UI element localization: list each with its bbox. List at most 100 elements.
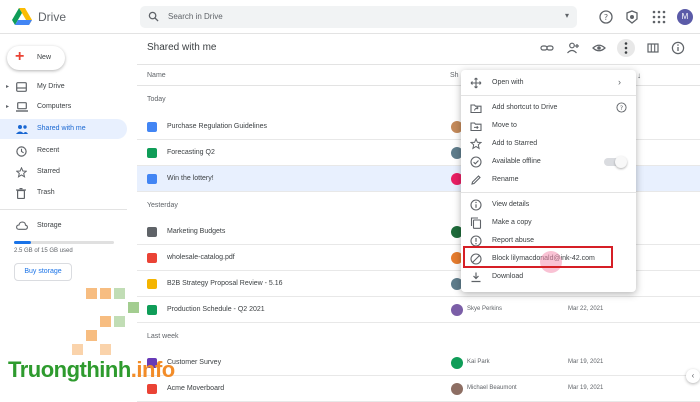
sidebar-item-starred[interactable]: Starred [0,162,127,182]
info-icon[interactable] [671,41,685,55]
menu-item-label: Move to [492,122,517,129]
column-shared-by[interactable]: Sh [450,72,459,79]
sidebar-item-my-drive[interactable]: ▸ My Drive [0,77,127,97]
trash-icon [16,188,26,199]
search-options-icon[interactable]: ▾ [565,11,569,20]
search-bar[interactable]: Search in Drive ▾ [140,6,577,28]
sidebar: + New ▸ My Drive ▸ Computers Shared with… [0,34,135,393]
search-icon [148,11,159,22]
shortcut-icon [470,104,482,114]
more-actions-button[interactable] [617,39,635,57]
menu-item-view-details[interactable]: View details [461,196,636,214]
account-avatar[interactable]: M [677,9,693,25]
search-input[interactable]: Search in Drive [168,12,223,21]
doc-file-icon [147,174,157,184]
pdf-file-icon [147,253,157,263]
clock-icon [16,146,27,157]
preview-eye-icon[interactable] [592,41,606,55]
logo-square [114,288,125,299]
menu-item-label: View details [492,201,530,208]
sidebar-item-shared-with-me[interactable]: Shared with me [0,119,127,139]
owner-avatar [451,383,463,395]
file-name: wholesale-catalog.pdf [167,254,235,261]
new-button[interactable]: + New [7,46,65,70]
column-name[interactable]: Name [147,72,166,79]
offline-toggle[interactable] [604,156,627,168]
menu-item-move-to[interactable]: Move to [461,117,636,135]
file-row[interactable]: Customer Survey Kai Park Mar 19, 2021 [137,350,700,376]
section-heading: Last week [147,333,179,340]
storage-label: Storage [37,222,62,229]
star-icon [16,167,27,178]
logo-square [114,316,125,327]
settings-icon[interactable] [624,9,640,25]
file-name: Customer Survey [167,359,222,366]
chevron-right-icon: › [618,77,621,87]
sidebar-item-computers[interactable]: ▸ Computers [0,97,127,117]
menu-item-rename[interactable]: Rename [461,171,636,189]
storage-bar-fill [14,241,31,244]
menu-item-add-to-starred[interactable]: Add to Starred [461,135,636,153]
sidebar-divider [0,209,127,210]
menu-item-open-with[interactable]: Open with › [461,74,636,92]
storage-usage-text: 2.5 GB of 15 GB used [14,248,73,254]
menu-item-available-offline[interactable]: Available offline [461,153,636,171]
folder-move-icon [470,122,482,132]
section-heading: Yesterday [147,202,178,209]
apps-grid-icon[interactable] [651,9,667,25]
buy-storage-button[interactable]: Buy storage [14,263,72,281]
file-name: Forecasting Q2 [167,149,215,156]
sidebar-item-recent[interactable]: Recent [0,141,127,161]
file-row[interactable]: Production Schedule - Q2 2021 Skye Perkin… [137,297,700,323]
watermark-suffix: .info [130,357,175,382]
sidebar-item-label: Starred [37,168,60,175]
add-person-icon[interactable] [566,41,580,55]
menu-item-label: Make a copy [492,219,532,226]
logo-square [72,344,83,355]
expand-arrow-icon[interactable]: ▸ [6,103,9,110]
slides-file-icon [147,279,157,289]
pencil-icon [471,175,481,185]
cloud-icon [16,221,28,230]
sidebar-item-label: Shared with me [37,125,86,132]
sidebar-item-label: Recent [37,147,60,154]
help-icon[interactable]: ? [616,102,627,113]
collapse-panel-button[interactable]: ‹ [686,369,700,383]
menu-item-label: Open with [492,79,524,86]
menu-item-add-shortcut[interactable]: Add shortcut to Drive ? [461,99,636,117]
sort-arrow-icon[interactable]: ↓ [637,71,641,80]
info-icon [470,199,482,211]
menu-item-label: Download [492,273,524,280]
svg-text:?: ? [604,13,608,22]
file-row[interactable]: Acme Moverboard Michael Beaumont Mar 19, 2… [137,376,700,402]
logo-square [100,344,111,355]
logo-square [100,316,111,327]
sidebar-item-storage[interactable]: Storage [0,216,127,236]
help-icon[interactable]: ? [598,9,614,25]
link-icon[interactable] [540,41,554,55]
grid-view-icon[interactable] [646,41,660,55]
folder-file-icon [147,227,157,237]
menu-item-label: Rename [492,176,519,183]
copy-icon [470,217,482,229]
expand-arrow-icon[interactable]: ▸ [6,83,9,90]
owner-avatar [451,357,463,369]
menu-item-make-a-copy[interactable]: Make a copy [461,214,636,232]
sidebar-item-trash[interactable]: Trash [0,183,127,203]
menu-divider [461,95,636,96]
shared-icon [16,125,28,134]
drive-logo-icon [12,8,32,25]
doc-file-icon [147,122,157,132]
sidebar-item-label: Trash [37,189,55,196]
file-name: Purchase Regulation Guidelines [167,123,268,130]
star-icon [470,138,482,150]
sidebar-item-label: My Drive [37,83,65,90]
computer-icon [16,102,28,112]
owner-avatar [451,304,463,316]
logo-square [86,288,97,299]
watermark-main: Truongthinh [8,357,131,382]
logo-square [86,330,97,341]
menu-item-label: Report abuse [492,237,535,244]
shared-date: Mar 19, 2021 [568,385,604,391]
svg-text:?: ? [620,104,623,112]
